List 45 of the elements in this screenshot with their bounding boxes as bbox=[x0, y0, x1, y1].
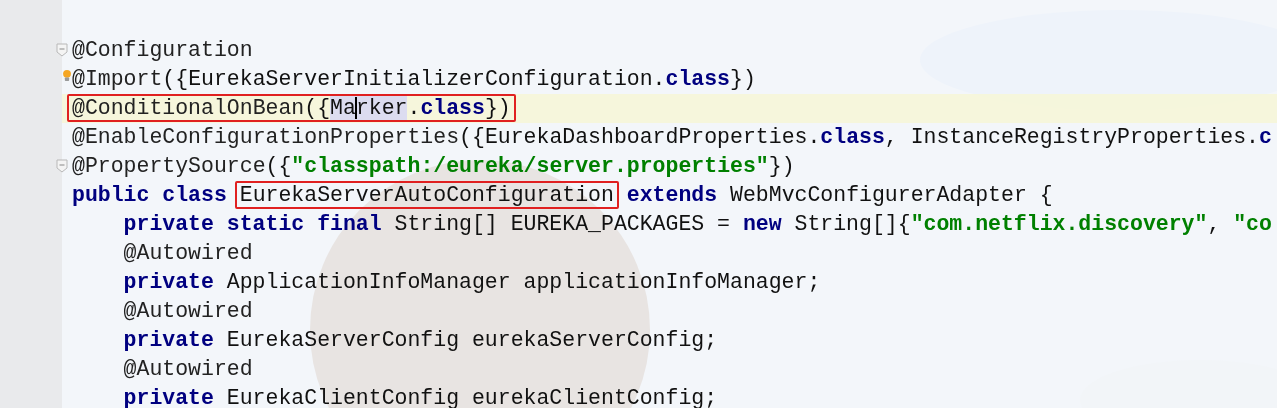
fold-icon[interactable] bbox=[56, 43, 68, 57]
code-token: WebMvcConfigurerAdapter { bbox=[730, 183, 1053, 207]
code-token: "classpath:/eureka/server.properties" bbox=[291, 154, 769, 178]
code-token: @Autowired bbox=[123, 241, 253, 265]
code-token: private bbox=[123, 386, 215, 408]
code-token: ApplicationInfoManager applicationInfoManager; bbox=[226, 270, 821, 294]
code-token: @Autowired bbox=[123, 357, 253, 381]
code-token: EurekaClientConfig eurekaClientConfig; bbox=[226, 386, 718, 408]
code-token: class bbox=[820, 125, 885, 149]
code-token: , bbox=[1207, 212, 1222, 236]
selected-text: Ma bbox=[330, 96, 356, 120]
code-token: @PropertySource bbox=[72, 154, 266, 178]
code-token: class bbox=[420, 96, 485, 120]
code-token: ({EurekaServerInitializerConfiguration. bbox=[162, 67, 666, 91]
code-token: @ConditionalOnBean bbox=[72, 96, 305, 120]
code-token: @Import bbox=[72, 67, 163, 91]
code-token: String[] EUREKA_PACKAGES = bbox=[394, 212, 731, 236]
code-token: c bbox=[1259, 125, 1272, 149]
code-token: ({ bbox=[265, 154, 292, 178]
lightbulb-icon[interactable] bbox=[62, 69, 72, 83]
code-token: String[]{ bbox=[794, 212, 911, 236]
code-token: new bbox=[742, 212, 783, 236]
code-token: private bbox=[123, 270, 215, 294]
code-token: EurekaServerAutoConfiguration bbox=[239, 183, 614, 207]
code-token: @Autowired bbox=[123, 299, 253, 323]
code-token: @Configuration bbox=[72, 38, 253, 62]
code-token: }) bbox=[768, 154, 795, 178]
fold-icon[interactable] bbox=[56, 159, 68, 173]
code-token: . bbox=[407, 96, 421, 120]
code-token: "co bbox=[1233, 212, 1272, 236]
code-token: private bbox=[123, 328, 215, 352]
code-token: class bbox=[665, 67, 731, 91]
code-token: ({EurekaDashboardProperties. bbox=[459, 125, 821, 149]
code-token: , InstanceRegistryProperties. bbox=[884, 125, 1260, 149]
code-token: }) bbox=[730, 67, 756, 91]
code-token: EurekaServerConfig eurekaServerConfig; bbox=[226, 328, 718, 352]
code-token: ({ bbox=[304, 96, 331, 120]
code-token: @EnableConfigurationProperties bbox=[72, 125, 460, 149]
code-token: private static final bbox=[123, 212, 383, 236]
text-cursor bbox=[354, 97, 357, 120]
code-token: public class bbox=[72, 183, 228, 207]
selected-text: rker bbox=[355, 96, 408, 120]
code-token: "com.netflix.discovery" bbox=[910, 212, 1208, 236]
code-token: }) bbox=[484, 96, 511, 120]
code-token: extends bbox=[625, 183, 719, 207]
